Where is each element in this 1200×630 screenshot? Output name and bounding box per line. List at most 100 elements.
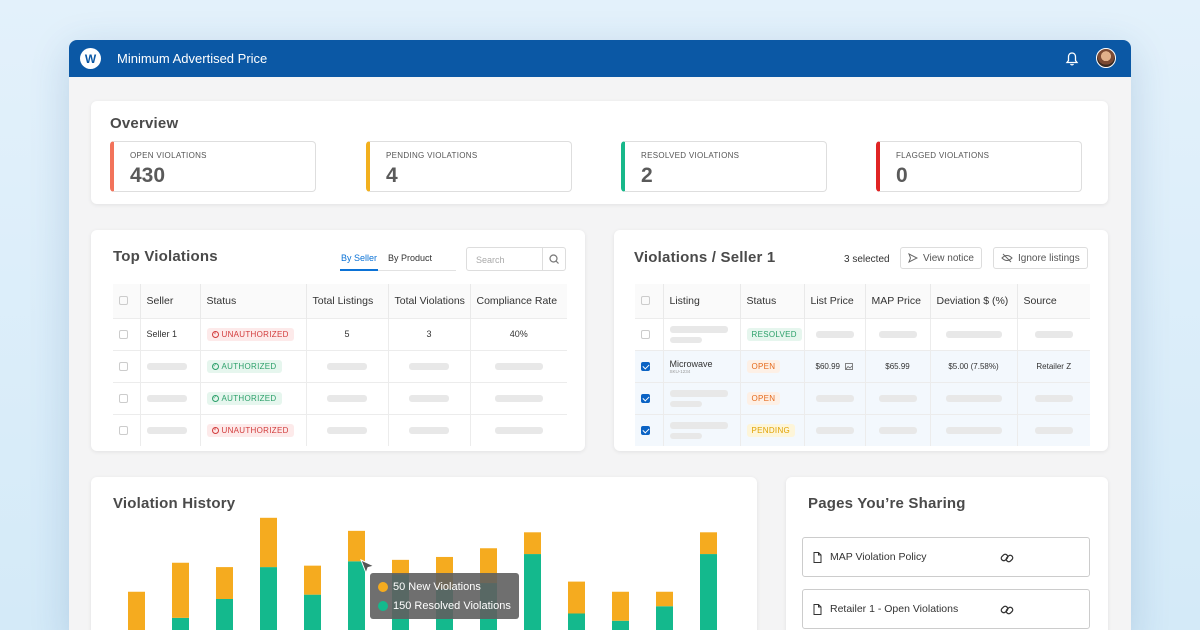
bar-resolved-violations[interactable] bbox=[216, 599, 233, 630]
bar-resolved-violations[interactable] bbox=[568, 613, 585, 630]
bar-resolved-violations[interactable] bbox=[172, 617, 189, 630]
stat-open-violations[interactable]: OPEN VIOLATIONS 430 bbox=[110, 141, 316, 192]
bar-new-violations[interactable] bbox=[612, 591, 629, 621]
seller-violations-table: Listing Status List Price MAP Price Devi… bbox=[635, 284, 1090, 446]
placeholder-bar bbox=[815, 395, 854, 403]
avatar[interactable] bbox=[1096, 48, 1116, 68]
bar-new-violations[interactable] bbox=[348, 530, 365, 562]
bar-new-violations[interactable] bbox=[568, 581, 585, 614]
bar-resolved-violations[interactable] bbox=[524, 554, 541, 630]
shared-page-item[interactable]: MAP Violation Policy bbox=[802, 537, 1090, 577]
placeholder-bar bbox=[945, 395, 1002, 403]
table-row[interactable]: ✓ AUTHORIZED bbox=[113, 349, 567, 382]
stat-pending-violations[interactable]: PENDING VIOLATIONS 4 bbox=[366, 141, 572, 192]
select-all-header[interactable] bbox=[113, 284, 141, 318]
total-violations: 3 bbox=[388, 317, 471, 350]
status-badge: RESOLVED bbox=[746, 327, 802, 341]
image-icon[interactable] bbox=[845, 363, 854, 371]
row-checkbox[interactable] bbox=[119, 394, 128, 404]
row-checkbox[interactable] bbox=[119, 330, 128, 340]
bar-resolved-violations[interactable] bbox=[656, 606, 673, 630]
bar-new-violations[interactable] bbox=[128, 591, 145, 630]
select-all-checkbox[interactable] bbox=[119, 296, 128, 306]
view-notice-label: View notice bbox=[923, 252, 974, 264]
row-checkbox[interactable] bbox=[641, 330, 650, 340]
stat-resolved-violations[interactable]: RESOLVED VIOLATIONS 2 bbox=[621, 141, 827, 192]
bar-new-violations[interactable] bbox=[304, 565, 321, 595]
placeholder-bar bbox=[669, 400, 702, 407]
tooltip-new: 50 New Violations bbox=[393, 580, 481, 593]
placeholder-bar bbox=[669, 336, 702, 343]
bar-resolved-violations[interactable] bbox=[304, 594, 321, 630]
bar-new-violations[interactable] bbox=[524, 532, 541, 555]
table-row[interactable]: OPEN bbox=[635, 381, 1090, 414]
row-checkbox[interactable] bbox=[641, 394, 650, 404]
new-violations-dot bbox=[378, 581, 388, 592]
bar-resolved-violations[interactable] bbox=[612, 620, 629, 630]
stat-flagged-violations[interactable]: FLAGGED VIOLATIONS 0 bbox=[876, 141, 1082, 192]
select-all-header[interactable] bbox=[635, 284, 664, 318]
row-checkbox[interactable] bbox=[641, 426, 650, 436]
table-row[interactable]: Seller 1 × UNAUTHORIZED 5 3 40% bbox=[113, 317, 567, 350]
document-icon bbox=[813, 603, 822, 615]
bar-resolved-violations[interactable] bbox=[260, 567, 277, 630]
view-notice-button[interactable]: View notice bbox=[900, 247, 982, 269]
app-title: Minimum Advertised Price bbox=[117, 51, 268, 66]
bar-new-violations[interactable] bbox=[260, 517, 277, 568]
table-row[interactable]: ✓ AUTHORIZED bbox=[113, 381, 567, 414]
col-compliance-rate[interactable]: Compliance Rate bbox=[470, 284, 567, 318]
col-source[interactable]: Source bbox=[1017, 284, 1090, 318]
row-checkbox[interactable] bbox=[119, 362, 128, 372]
placeholder-bar bbox=[327, 363, 367, 371]
link-icon[interactable] bbox=[1000, 603, 1014, 617]
col-total-violations[interactable]: Total Violations bbox=[388, 284, 471, 318]
col-status[interactable]: Status bbox=[740, 284, 805, 318]
col-list-price[interactable]: List Price bbox=[804, 284, 866, 318]
status-badge: × UNAUTHORIZED bbox=[206, 424, 294, 438]
placeholder-bar bbox=[1034, 331, 1073, 339]
table-row[interactable]: RESOLVED bbox=[635, 317, 1090, 350]
tab-by-product[interactable]: By Product bbox=[388, 253, 432, 263]
placeholder-bar bbox=[494, 363, 543, 371]
tab-by-seller[interactable]: By Seller bbox=[341, 253, 377, 263]
table-row[interactable]: PENDING bbox=[635, 413, 1090, 446]
placeholder-bar bbox=[878, 427, 917, 435]
status-text: AUTHORIZED bbox=[221, 362, 277, 371]
bar-new-violations[interactable] bbox=[216, 567, 233, 599]
search-button[interactable] bbox=[542, 248, 565, 270]
bar-resolved-violations[interactable] bbox=[700, 554, 717, 630]
stat-label: RESOLVED VIOLATIONS bbox=[641, 151, 740, 160]
ignore-listings-button[interactable]: Ignore listings bbox=[993, 247, 1088, 269]
col-listing[interactable]: Listing bbox=[663, 284, 741, 318]
app-logo: W bbox=[80, 48, 101, 69]
table-row[interactable]: × UNAUTHORIZED bbox=[113, 413, 567, 446]
status-badge: ✓ AUTHORIZED bbox=[206, 360, 282, 373]
table-row[interactable]: Microwave SKU-1234 OPEN $60.99 $65.99 $5… bbox=[635, 349, 1090, 382]
link-icon[interactable] bbox=[1000, 551, 1014, 565]
bar-new-violations[interactable] bbox=[700, 532, 717, 555]
seller-violations-title: Violations / Seller 1 bbox=[634, 249, 776, 266]
placeholder-bar bbox=[878, 395, 917, 403]
search-input[interactable]: Search bbox=[466, 247, 566, 271]
shared-page-item[interactable]: Retailer 1 - Open Violations bbox=[802, 589, 1090, 629]
placeholder-bar bbox=[146, 395, 187, 403]
status-badge: ✓ AUTHORIZED bbox=[206, 392, 282, 405]
bell-icon[interactable] bbox=[1065, 51, 1079, 67]
col-total-listings[interactable]: Total Listings bbox=[306, 284, 389, 318]
col-seller[interactable]: Seller bbox=[140, 284, 201, 318]
col-map-price[interactable]: MAP Price bbox=[865, 284, 931, 318]
row-checkbox[interactable] bbox=[641, 362, 650, 372]
col-status[interactable]: Status bbox=[200, 284, 307, 318]
placeholder-bar bbox=[669, 389, 728, 397]
placeholder-bar bbox=[669, 432, 702, 439]
shared-page-label: MAP Violation Policy bbox=[830, 551, 927, 563]
listing-name: Microwave bbox=[669, 358, 713, 369]
bar-new-violations[interactable] bbox=[656, 591, 673, 607]
bar-new-violations[interactable] bbox=[172, 562, 189, 618]
sharing-card: Pages You’re Sharing MAP Violation Polic… bbox=[786, 477, 1108, 630]
placeholder-bar bbox=[146, 363, 187, 371]
row-checkbox[interactable] bbox=[119, 426, 128, 436]
select-all-checkbox[interactable] bbox=[641, 296, 650, 306]
col-deviation[interactable]: Deviation $ (%) bbox=[930, 284, 1018, 318]
placeholder-bar bbox=[409, 395, 449, 403]
